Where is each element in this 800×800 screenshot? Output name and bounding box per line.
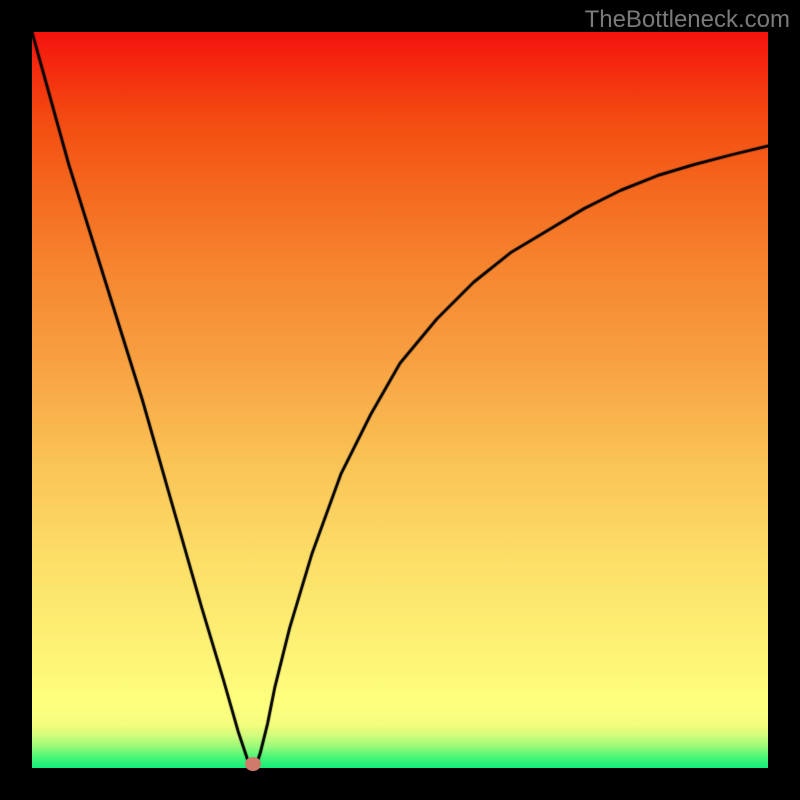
bottleneck-curve — [32, 32, 768, 768]
chart-frame: TheBottleneck.com — [0, 0, 800, 800]
plot-area — [32, 32, 768, 768]
watermark-text: TheBottleneck.com — [585, 6, 790, 34]
optimum-marker — [245, 757, 261, 771]
